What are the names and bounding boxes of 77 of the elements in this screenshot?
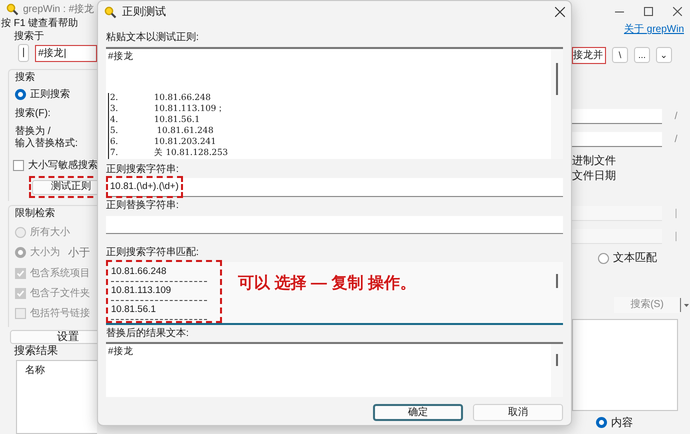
magnifier-icon bbox=[104, 6, 117, 18]
path-button[interactable]: \ bbox=[612, 47, 628, 63]
field-label: 输入替换格式: bbox=[15, 138, 79, 150]
field-label: 粘贴文本以测试正则: bbox=[106, 31, 199, 44]
text-field[interactable] bbox=[572, 132, 662, 147]
radio-button[interactable] bbox=[15, 89, 26, 100]
match-line: 10.81.56.1 bbox=[111, 304, 156, 316]
group-title: 搜索结果 bbox=[14, 345, 59, 358]
line-number: 5. bbox=[110, 126, 120, 137]
text-area[interactable]: #接龙 2. 10.81.66.248 3. 10.81.113.109； 4. 10.81.56.1 5. 10.81.61.248 6. 10.81.203.241 7. 关 10.81.128.253 bbox=[106, 47, 563, 159]
settings-button[interactable]: 设置 bbox=[10, 330, 97, 344]
scrollbar-thumb[interactable] bbox=[556, 354, 558, 366]
line-number: 3. bbox=[110, 104, 120, 115]
annotation-note: 可以 选择 — 复制 操作。 bbox=[238, 274, 416, 294]
line-number: 4. bbox=[110, 115, 120, 126]
checkbox-label: 文件日期 bbox=[572, 169, 616, 184]
close-icon bbox=[555, 7, 565, 17]
text-line: 10.81.61.248 bbox=[156, 126, 214, 137]
match-line: 10.81.66.248 bbox=[111, 266, 166, 278]
field-label: 替换为 / bbox=[15, 126, 52, 138]
field-label: 替换后的结果文本: bbox=[106, 327, 189, 340]
size-compare-dropdown[interactable]: 小于 bbox=[68, 244, 90, 262]
about-link[interactable]: 关于 grepWin bbox=[624, 22, 684, 36]
line-number: 6. bbox=[110, 137, 120, 148]
scrollbar-thumb[interactable] bbox=[556, 274, 558, 288]
matches-area[interactable]: 10.81.66.248 10.81.113.109 10.81.56.1 可以 选择 — 复制 操作。 bbox=[106, 262, 563, 325]
checkbox-label: 包括符号链接 bbox=[30, 306, 90, 322]
radio-button[interactable] bbox=[598, 252, 609, 264]
checkbox-label: 进制文件 bbox=[572, 154, 616, 169]
help-hint: 按 F1 键查看帮助 bbox=[0, 18, 80, 30]
group-title: 搜索于 bbox=[13, 30, 45, 44]
text-line: #接龙 bbox=[108, 346, 134, 358]
group-title: 搜索 bbox=[15, 72, 36, 84]
dialog-title: 正则测试 bbox=[122, 4, 166, 20]
radio-label: 文本匹配 bbox=[613, 250, 657, 266]
radio-label: 内容 bbox=[611, 416, 633, 430]
field-label: 正则替换字符串: bbox=[106, 199, 179, 212]
radio-button[interactable] bbox=[596, 417, 607, 428]
path-button[interactable]: ... bbox=[634, 47, 650, 63]
result-area[interactable]: #接龙 bbox=[106, 342, 563, 397]
line-number: 2. bbox=[110, 93, 120, 104]
text-field[interactable] bbox=[572, 109, 662, 124]
test-regex-button[interactable]: 测试正则 bbox=[32, 180, 97, 195]
path-button[interactable]: ⌄ bbox=[656, 47, 672, 63]
text-line: 10.81.203.241 bbox=[154, 137, 216, 148]
text-line: 10.81.66.248 bbox=[154, 93, 211, 104]
dropdown-arrow-icon bbox=[680, 298, 690, 312]
field-value: 10.81.(\d+).(\d+) bbox=[109, 181, 180, 192]
search-path-field[interactable]: #接龙| bbox=[35, 44, 97, 62]
close-icon bbox=[673, 6, 682, 16]
radio-label: 所有大小 bbox=[30, 226, 70, 240]
window-title: grepWin : #接龙 bbox=[23, 2, 94, 17]
match-line: 10.81.113.109 bbox=[111, 285, 172, 297]
checkbox-label: 包含子文件夹 bbox=[30, 286, 90, 302]
folder-picker-button[interactable]: | bbox=[18, 44, 30, 62]
group-title: 限制检索 bbox=[15, 208, 56, 220]
scrollbar-thumb[interactable] bbox=[556, 63, 558, 95]
maximize-icon bbox=[644, 6, 653, 16]
text-line: 关 10.81.128.253 bbox=[154, 148, 228, 159]
dialog-button[interactable]: 取消 bbox=[473, 404, 563, 421]
regex-field[interactable]: 10.81.(\d+).(\d+) bbox=[106, 178, 563, 197]
field-label: 正则搜索字符串匹配: bbox=[106, 246, 199, 259]
checkbox[interactable] bbox=[13, 160, 24, 172]
text-line: #接龙 bbox=[108, 51, 134, 62]
column-header: 名称 bbox=[25, 364, 45, 378]
line-number: 7. bbox=[110, 148, 120, 159]
radio-label: 大小为 bbox=[30, 246, 60, 260]
search-path-field[interactable]: 接龙并 bbox=[572, 46, 606, 64]
checkbox-label: 包含系统项目 bbox=[30, 266, 90, 282]
replace-field[interactable] bbox=[106, 216, 563, 234]
field-label: 搜索(F): bbox=[15, 107, 52, 122]
dialog-button[interactable]: 确定 bbox=[373, 404, 463, 421]
text-line: 10.81.113.109； bbox=[154, 104, 226, 115]
text-line: 10.81.56.1 bbox=[154, 115, 200, 126]
magnifier-icon bbox=[6, 2, 19, 16]
field-label: 正则搜索字符串: bbox=[106, 163, 179, 176]
radio-label: 正则搜索 bbox=[30, 88, 70, 102]
